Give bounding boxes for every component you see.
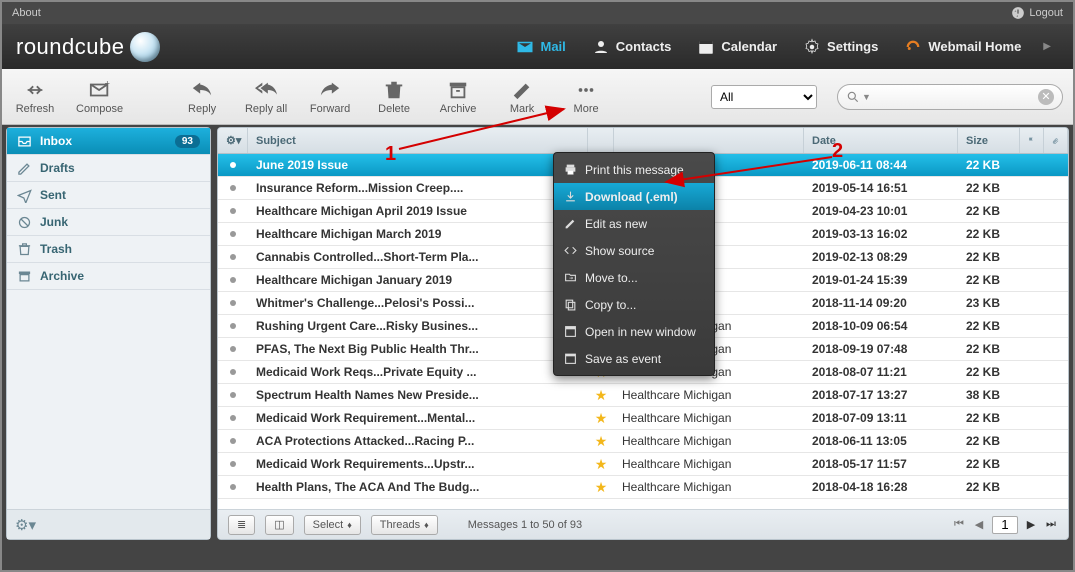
menu-editnew[interactable]: Edit as new (554, 210, 714, 237)
col-from[interactable] (614, 128, 804, 153)
searchbox[interactable]: ▼ ✕ (837, 84, 1063, 110)
menu-source[interactable]: Show source (554, 237, 714, 264)
column-headers: ⚙▾ Subject Date Size (218, 128, 1068, 154)
annotation-1: 1 (385, 143, 396, 166)
search-input[interactable] (873, 90, 1038, 104)
reply-all-button[interactable]: Reply all (243, 79, 289, 115)
page-next[interactable]: ▶ (1024, 518, 1038, 531)
nav-contacts[interactable]: Contacts (580, 32, 684, 62)
search-icon (846, 90, 860, 104)
header: roundcube Mail Contacts Calendar Setting… (2, 24, 1073, 69)
folder-inbox[interactable]: Inbox93 (7, 128, 210, 155)
logout-link[interactable]: Logout (1011, 6, 1063, 20)
folder-trash[interactable]: Trash (7, 236, 210, 263)
folder-drafts[interactable]: Drafts (7, 155, 210, 182)
chevron-right-icon[interactable]: ▶ (1035, 41, 1059, 52)
menu-moveto[interactable]: Move to... (554, 264, 714, 291)
message-row[interactable]: ACA Protections Attacked...Racing P...★H… (218, 430, 1068, 453)
list-options-icon[interactable]: ⚙▾ (218, 128, 248, 153)
scope-select[interactable]: All (711, 85, 817, 109)
page-first[interactable]: ⏮ (952, 518, 966, 531)
layout-split-icon[interactable]: ◫ (265, 515, 293, 535)
arrow-2 (660, 152, 840, 192)
clear-search-icon[interactable]: ✕ (1038, 89, 1054, 105)
folder-archive[interactable]: Archive (7, 263, 210, 290)
layout-list-icon[interactable]: ≣ (228, 515, 255, 535)
list-footer: ≣ ◫ Select ♦ Threads ♦ Messages 1 to 50 … (218, 509, 1068, 539)
reply-button[interactable]: Reply (179, 79, 225, 115)
logo-icon (130, 32, 160, 62)
nav-calendar[interactable]: Calendar (685, 32, 789, 62)
nav-settings[interactable]: Settings (791, 32, 890, 62)
gear-icon[interactable]: ⚙▾ (15, 516, 36, 534)
svg-text:+: + (104, 79, 109, 88)
col-size[interactable]: Size (958, 128, 1020, 153)
list-status: Messages 1 to 50 of 93 (468, 519, 582, 531)
page-prev[interactable]: ◀ (972, 518, 986, 531)
col-star[interactable] (588, 128, 614, 153)
pager: ⏮ ◀ ▶ ⏭ (952, 516, 1058, 534)
message-row[interactable]: Spectrum Health Names New Preside...★Hea… (218, 384, 1068, 407)
compose-button[interactable]: +Compose (76, 79, 123, 115)
folder-sent[interactable]: Sent (7, 182, 210, 209)
threads-menu[interactable]: Threads ♦ (371, 515, 438, 535)
refresh-button[interactable]: Refresh (12, 79, 58, 115)
forward-button[interactable]: Forward (307, 79, 353, 115)
menu-saveevent[interactable]: Save as event (554, 345, 714, 372)
folder-junk[interactable]: Junk (7, 209, 210, 236)
select-menu[interactable]: Select ♦ (304, 515, 361, 535)
col-flag[interactable] (1020, 128, 1044, 153)
message-row[interactable]: Medicaid Work Requirement...Mental...★He… (218, 407, 1068, 430)
about-link[interactable]: About (12, 7, 41, 19)
menu-openwin[interactable]: Open in new window (554, 318, 714, 345)
topbar: About Logout (2, 2, 1073, 24)
top-nav: Mail Contacts Calendar Settings Webmail … (504, 32, 1059, 62)
logo: roundcube (16, 32, 160, 62)
message-row[interactable]: Medicaid Work Requirements...Upstr...★He… (218, 453, 1068, 476)
page-input[interactable] (992, 516, 1018, 534)
message-row[interactable]: Health Plans, The ACA And The Budg...★He… (218, 476, 1068, 499)
arrow-1 (394, 104, 574, 154)
annotation-2: 2 (832, 140, 843, 163)
menu-copyto[interactable]: Copy to... (554, 291, 714, 318)
page-last[interactable]: ⏭ (1044, 518, 1058, 531)
col-attachment[interactable] (1044, 128, 1068, 153)
nav-mail[interactable]: Mail (504, 32, 577, 62)
folder-sidebar: Inbox93DraftsSentJunkTrashArchive ⚙▾ (6, 127, 211, 540)
col-date[interactable]: Date (804, 128, 958, 153)
nav-webmail-home[interactable]: Webmail Home (892, 32, 1033, 62)
